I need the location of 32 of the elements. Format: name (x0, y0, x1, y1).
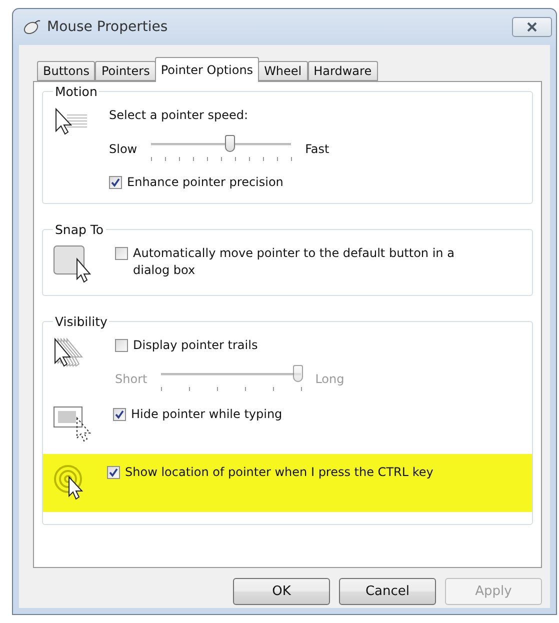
tab[interactable]: Pointers (95, 61, 156, 81)
checkbox[interactable] (107, 466, 120, 479)
slider-thumb[interactable] (224, 135, 234, 152)
dialog-button[interactable]: OK (233, 578, 330, 605)
tab[interactable]: Pointer Options (154, 57, 260, 82)
checkbox[interactable] (109, 176, 122, 189)
mouse-icon (23, 20, 41, 34)
checkbox-label[interactable]: Display pointer trails (133, 337, 258, 354)
checkbox-label[interactable]: Enhance pointer precision (127, 174, 284, 191)
caption-text: Select a pointer speed: (109, 107, 250, 124)
checkbox-label[interactable]: Show location of pointer when I press the CTRL key (125, 464, 434, 481)
checkbox-label[interactable]: Automatically move pointer to the default button in a dialog box (133, 245, 485, 279)
slider-max-label: Fast (305, 140, 330, 158)
checkbox-label[interactable]: Hide pointer while typing (131, 406, 282, 423)
close-icon (526, 22, 538, 32)
checkbox[interactable] (113, 408, 126, 421)
pointer-speed-icon (53, 107, 89, 137)
window-title: Mouse Properties (47, 19, 169, 35)
group-title: Visibility (54, 314, 108, 329)
checkbox[interactable] (115, 247, 128, 260)
group-title: Motion (54, 84, 98, 99)
tab[interactable]: Wheel (258, 61, 308, 81)
hidden-pointer-icon (53, 406, 93, 442)
slider-max-label: Long (315, 370, 344, 388)
tab[interactable]: Hardware (308, 61, 378, 81)
checkbox[interactable] (115, 339, 128, 352)
slider-min-label: Slow (109, 140, 138, 158)
slider-min-label: Short (115, 370, 148, 388)
group-title: Snap To (54, 222, 105, 237)
dialog-button[interactable]: Cancel (339, 578, 436, 605)
close-button[interactable] (512, 17, 552, 37)
tab[interactable]: Buttons (37, 61, 96, 81)
